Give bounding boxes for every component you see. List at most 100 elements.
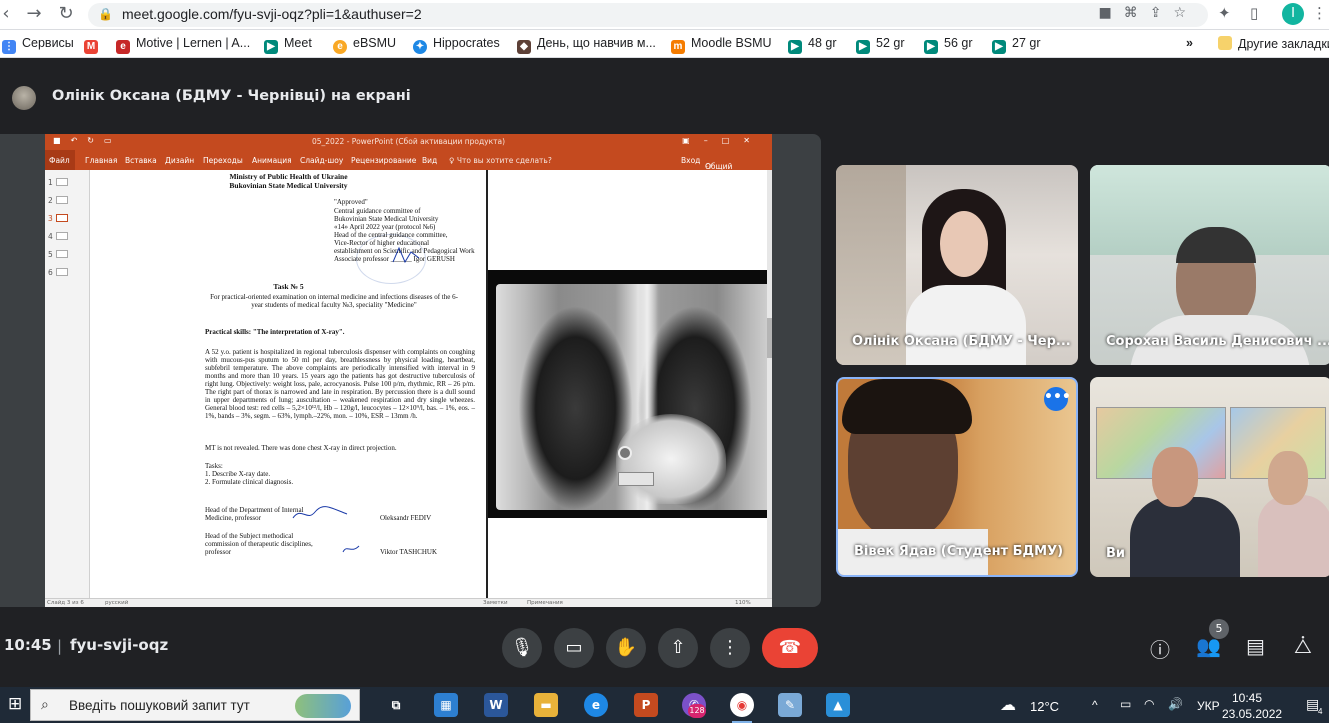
menu-kebab-icon[interactable]: ⋮ (1312, 4, 1327, 22)
store-icon[interactable]: ▦ (434, 693, 458, 717)
translate-icon[interactable]: ⌘ (1124, 5, 1150, 21)
more-options-button[interactable]: ••• (1044, 387, 1071, 411)
sign2-name: Viktor TASHCHUK (380, 548, 438, 556)
bookmark-star-icon[interactable]: ☆ (1173, 5, 1198, 21)
slide-thumb-5[interactable]: 5 (48, 250, 68, 259)
volume-icon[interactable]: 🔊 (1168, 697, 1183, 711)
tray-chevron-icon[interactable]: ^ (1092, 698, 1098, 712)
task-title: Task № 5 (273, 282, 304, 291)
sign-in-link[interactable]: Вход (681, 156, 700, 165)
bookmark-day[interactable]: ◆ День, що навчив м... (517, 36, 656, 54)
meeting-info-button[interactable]: ⓘ (1150, 634, 1170, 663)
bookmark-moodle[interactable]: m Moodle BSMU (671, 36, 772, 54)
tab-insert[interactable]: Вставка (125, 156, 157, 165)
chrome-icon[interactable]: ◉ (730, 693, 754, 723)
tab-review[interactable]: Рецензирование (351, 156, 416, 165)
tab-design[interactable]: Дизайн (165, 156, 194, 165)
slide-thumb-3[interactable]: 3 (48, 214, 68, 223)
bookmark-meet[interactable]: ▶ Meet (264, 36, 312, 54)
participant-name: Олінік Оксана (БДМУ - Чер... (852, 334, 1071, 349)
clock-time[interactable]: 10:45 (1232, 691, 1262, 705)
ppt-status-bar: Слайд 3 из 6 русский Заметки Примечания … (45, 598, 772, 607)
tab-file[interactable]: Файл (45, 150, 75, 170)
file-explorer-icon[interactable]: ▬ (534, 693, 558, 717)
apps-grid-icon: ⋮ (2, 40, 16, 54)
slide-thumb-1[interactable]: 1 (48, 178, 68, 187)
ebsmu-icon: e (333, 40, 347, 54)
participant-tile-active[interactable]: ••• Вівек Ядав (Студент БДМУ) (836, 377, 1078, 577)
slide-canvas[interactable]: Ministry of Public Health of Ukraine Buk… (91, 170, 772, 598)
zoom-level[interactable]: 110% (735, 600, 751, 606)
notes-button[interactable]: Заметки (483, 600, 508, 606)
bookmarks-overflow-icon[interactable]: » (1186, 36, 1193, 50)
clock-date[interactable]: 23.05.2022 (1222, 707, 1282, 721)
task-view-icon[interactable]: ⧉ (384, 693, 408, 717)
microphone-icon: 🎙 (510, 637, 534, 658)
profile-avatar[interactable]: I (1282, 3, 1304, 25)
bookmark-56gr[interactable]: ▶ 56 gr (924, 36, 973, 54)
other-bookmarks[interactable]: Другие закладки (1218, 36, 1329, 51)
presenter-text: Олінік Оксана (БДМУ - Чернівці) на екран… (52, 88, 411, 104)
tab-slideshow[interactable]: Слайд-шоу (300, 156, 343, 165)
back-icon[interactable]: ‹ (0, 3, 18, 24)
more-options-button[interactable]: ⋮ (710, 628, 750, 668)
people-count-badge: 5 (1209, 619, 1229, 639)
extensions-icon[interactable]: ✦ (1218, 4, 1231, 22)
tell-me-search[interactable]: ♀ Что вы хотите сделать? (449, 156, 552, 165)
slide-thumb-4[interactable]: 4 (48, 232, 68, 241)
tab-animations[interactable]: Анимация (252, 156, 292, 165)
windows-start-icon[interactable]: ⊞ (8, 695, 26, 713)
taskbar-search[interactable]: ⌕ Введіть пошуковий запит тут (30, 689, 360, 721)
camera-button[interactable]: ▭ (554, 628, 594, 668)
weather-cloud-icon[interactable]: ☁ (1000, 695, 1016, 715)
chat-button[interactable]: ▤ (1246, 634, 1265, 658)
raise-hand-button[interactable]: ✋ (606, 628, 646, 668)
activities-button[interactable]: ⧊ (1294, 634, 1312, 658)
slide-thumb-6[interactable]: 6 (48, 268, 68, 277)
bookmark-ebsmu[interactable]: e eBSMU (333, 36, 396, 54)
bookmark-gmail[interactable]: M (84, 36, 104, 54)
folder-icon (1218, 36, 1232, 50)
camera-icon[interactable]: ■ (1098, 5, 1123, 21)
wifi-icon[interactable]: ◠ (1144, 697, 1154, 711)
participant-name: Ви (1106, 546, 1126, 561)
slide-scrollbar[interactable] (767, 170, 772, 598)
address-bar[interactable]: 🔒 meet.google.com/fyu-svji-oqz?pli=1&aut… (88, 3, 1208, 27)
self-tile[interactable]: Ви (1090, 377, 1329, 577)
side-panel-icon[interactable]: ▯ (1250, 4, 1258, 22)
bookmark-27gr[interactable]: ▶ 27 gr (992, 36, 1041, 54)
present-screen-button[interactable]: ⇧ (658, 628, 698, 668)
participant-tile[interactable]: Олінік Оксана (БДМУ - Чер... (836, 165, 1078, 365)
tab-transitions[interactable]: Переходы (203, 156, 243, 165)
end-call-button[interactable]: ☎ (762, 628, 818, 668)
paint-icon[interactable]: ✎ (778, 693, 802, 717)
bookmark-52gr[interactable]: ▶ 52 gr (856, 36, 905, 54)
network-icon[interactable]: ▭ (1120, 697, 1131, 711)
system-tray: ☁ 12°C ^ ▭ ◠ 🔊 УКР 10:45 23.05.2022 ▤ 4 (1000, 687, 1329, 723)
close-icon[interactable]: ✕ (743, 136, 764, 145)
signature-tashchuk (342, 545, 360, 553)
tab-home[interactable]: Главная (85, 156, 117, 165)
microphone-button[interactable]: 🎙 (502, 628, 542, 668)
maximize-icon[interactable]: □ (722, 136, 744, 145)
share-icon[interactable]: ⇪ (1150, 5, 1174, 21)
slide-thumb-2[interactable]: 2 (48, 196, 68, 205)
input-language[interactable]: УКР (1197, 699, 1220, 713)
forward-icon[interactable]: → (22, 3, 46, 24)
reload-icon[interactable]: ↻ (54, 3, 78, 24)
bookmark-motive[interactable]: e Motive | Lernen | A... (116, 36, 250, 54)
participant-tile[interactable]: Сорохан Василь Денисович ... (1090, 165, 1329, 365)
bookmark-hippocrates[interactable]: ✦ Hippocrates (413, 36, 500, 54)
tab-view[interactable]: Вид (422, 156, 437, 165)
powerpoint-icon[interactable]: P (634, 693, 658, 717)
hand-icon: ✋ (614, 637, 638, 658)
ribbon-options-icon[interactable]: ▣ (682, 136, 704, 145)
comments-button[interactable]: Примечания (527, 600, 563, 606)
bookmark-apps[interactable]: ⋮ Сервисы (2, 36, 74, 54)
minimize-icon[interactable]: – (704, 136, 722, 145)
photos-icon[interactable]: ▲ (826, 693, 850, 717)
edge-icon[interactable]: e (584, 693, 608, 717)
weather-temp[interactable]: 12°C (1030, 699, 1059, 714)
word-icon[interactable]: W (484, 693, 508, 717)
bookmark-48gr[interactable]: ▶ 48 gr (788, 36, 837, 54)
